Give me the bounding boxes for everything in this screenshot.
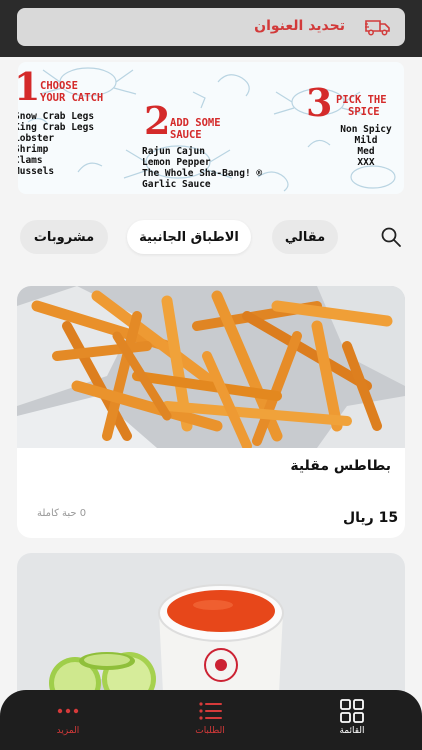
step-1-number: 1 [18,64,41,109]
search-icon[interactable] [380,226,402,248]
menu-item-card[interactable]: بطاطس مقلية 15 ريال 0 حبة كاملة [17,286,405,538]
step-1-item: Snow Crab Legs [18,111,95,122]
step-3-list: Non Spicy Mild Med XXX [338,124,394,168]
step-3-title-line1: PICK THE [336,94,387,106]
item-name: بطاطس مقلية [290,458,391,474]
step-1-item: Lobster [18,133,55,144]
fries-image [17,286,405,448]
step-3-item: Mild [354,135,378,146]
step-3-item: XXX [357,157,375,168]
more-dots-icon [57,708,79,714]
grid-icon [340,699,364,723]
delivery-truck-icon [365,20,390,36]
nav-menu[interactable]: القائمة [312,698,392,736]
tab-side-dishes[interactable]: الاطباق الجانبية [127,220,251,254]
step-2-item: The Whole Sha-Bang! ® [142,168,263,179]
step-1-item: Clams [18,155,43,166]
nav-orders[interactable]: الطلبات [170,698,250,736]
step-1-title-line2: your catch [40,92,104,104]
bottom-navigation: القائمة الطلبات المزيد [0,690,422,750]
step-3-number: 3 [306,80,333,125]
item-quantity: 0 حبة كاملة [37,508,87,519]
top-bar: تحديد العنوان [0,0,422,57]
step-3-item: Non Spicy [340,124,392,135]
step-3-item: Med [357,146,375,157]
step-1-item: Mussels [18,166,55,177]
step-2-item: Lemon Pepper [142,157,211,168]
step-2-title-line1: ADD SOME [170,117,221,129]
item-price: 15 ريال [343,510,399,526]
step-2-title-line2: SAUCE [170,129,202,141]
set-address-label: تحديد العنوان [254,18,345,34]
step-2-number: 2 [144,98,171,143]
step-1-title-line1: choose [40,80,78,92]
list-icon [199,702,222,720]
nav-menu-label: القائمة [339,726,365,736]
step-2-list: Rajun Cajun Lemon Pepper The Whole Sha-B… [142,146,262,190]
step-1-item: King Crab Legs [18,122,95,133]
nav-more[interactable]: المزيد [28,698,108,736]
tab-fried[interactable]: مقالي [272,220,338,254]
nav-more-label: المزيد [56,726,80,736]
category-tabs: مشروبات الاطباق الجانبية مقالي [0,220,422,256]
tab-drinks[interactable]: مشروبات [20,220,108,254]
step-2-item: Garlic Sauce [142,179,211,190]
step-3-title-line2: SPICE [348,106,380,118]
promo-banner[interactable]: 1 choose your catch Snow Crab Legs King … [18,62,404,194]
step-1-item: Shrimp [18,144,49,155]
step-2-item: Rajun Cajun [142,146,205,157]
set-address-button[interactable]: تحديد العنوان [17,8,405,46]
step-1-list: Snow Crab Legs King Crab Legs Lobster Sh… [18,111,94,177]
nav-orders-label: الطلبات [195,726,225,736]
